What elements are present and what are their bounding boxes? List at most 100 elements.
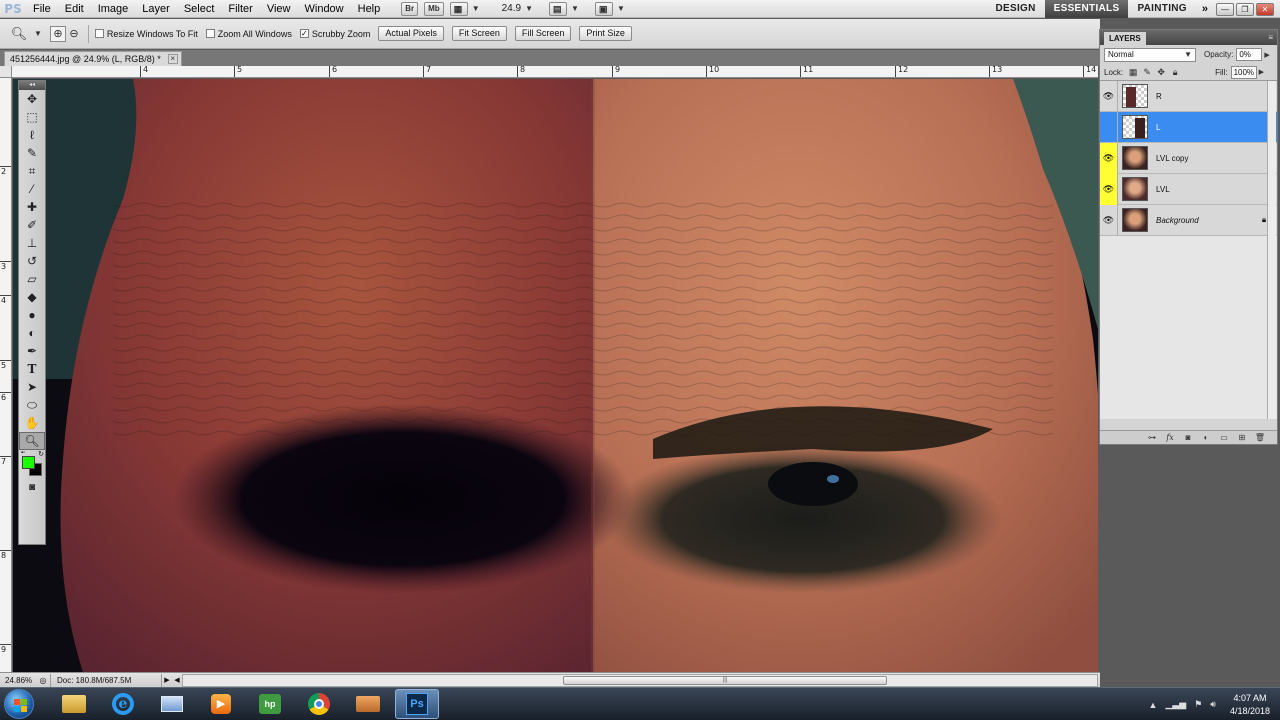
tools-panel-header[interactable]: ◂◂ [19,81,45,90]
arrange-documents-icon[interactable]: ▤ [549,1,568,16]
chevron-down-icon[interactable]: ▼ [472,4,480,13]
lock-pixels-icon[interactable]: ✎ [1141,66,1153,78]
eyedropper-tool-icon[interactable]: ⁄ [19,180,45,198]
adjustment-layer-icon[interactable]: ◐ [1197,433,1215,442]
minimize-icon[interactable]: — [1216,2,1234,16]
zoom-tool-icon[interactable]: 🔍︎ [19,432,45,450]
layer-row-r[interactable]: 👁︎ R [1100,81,1277,112]
menu-edit[interactable]: Edit [58,0,91,18]
layer-name[interactable]: Background [1156,216,1257,225]
layer-row-lvl-copy[interactable]: 👁︎ LVL copy [1100,142,1277,174]
media-player-icon[interactable]: ▶ [199,689,243,719]
marquee-tool-icon[interactable]: ⬚ [19,108,45,126]
layer-visibility-eye-icon[interactable]: 👁︎ [1100,142,1118,174]
minibridge-button[interactable]: Mb [424,1,444,16]
chrome-icon[interactable] [297,689,341,719]
internet-explorer-icon[interactable]: e [101,689,145,719]
explorer-icon[interactable] [52,689,96,719]
delete-layer-icon[interactable]: 🗑︎ [1251,433,1269,442]
path-select-tool-icon[interactable]: ➤ [19,378,45,396]
menu-file[interactable]: File [26,0,58,18]
zoom-level-field[interactable]: 24.9 [502,3,521,14]
restore-icon[interactable]: ❐ [1236,2,1254,16]
hand-tool-icon[interactable]: ✋ [19,414,45,432]
photoshop-taskbar-icon[interactable]: Ps [395,689,439,719]
menu-view[interactable]: View [260,0,298,18]
menu-layer[interactable]: Layer [135,0,177,18]
ruler-origin[interactable] [0,66,12,78]
layers-vertical-scrollbar[interactable] [1267,81,1276,419]
blend-mode-select[interactable]: Normal ▼ [1104,47,1196,62]
layer-visibility-eye-icon[interactable]: 👁︎ [1100,81,1118,112]
network-icon[interactable]: ▁▃▅ [1165,699,1186,710]
scroll-left-icon[interactable]: ◀ [172,676,182,684]
link-layers-icon[interactable]: ⊶ [1143,433,1161,442]
new-group-icon[interactable]: ▭ [1215,433,1233,442]
paint-bucket-tool-icon[interactable]: ◆ [19,288,45,306]
layer-name[interactable]: L [1156,123,1277,132]
workspace-painting[interactable]: PAINTING [1128,0,1195,18]
print-size-button[interactable]: Print Size [579,26,632,41]
history-brush-tool-icon[interactable]: ↺ [19,252,45,270]
show-hidden-icons-icon[interactable]: ▲ [1149,700,1158,710]
blur-tool-icon[interactable]: ● [19,306,45,324]
scrubby-zoom-checkbox[interactable]: ✓ Scrubby Zoom [299,29,370,39]
fit-screen-button[interactable]: Fit Screen [451,26,507,41]
layer-row-lvl[interactable]: 👁︎ LVL [1100,173,1277,205]
lasso-tool-icon[interactable]: ℓ [19,126,45,144]
file-manager-icon[interactable] [346,689,390,719]
pen-tool-icon[interactable]: ✒ [19,342,45,360]
layer-style-icon[interactable]: fx [1161,433,1179,442]
layer-visibility-eye-icon[interactable] [1100,111,1118,143]
bridge-button[interactable]: Br [401,1,419,16]
volume-icon[interactable]: 🔊︎ [1210,699,1216,710]
brush-tool-icon[interactable]: ✐ [19,216,45,234]
document-tab[interactable]: 451256444.jpg @ 24.9% (L, RGB/8) * × [4,51,182,66]
fill-slider-arrow-icon[interactable]: ▶ [1259,68,1264,76]
screen-mode-icon[interactable]: ▣ [594,1,613,16]
zoom-in-icon[interactable]: ⊕ [49,25,66,42]
menu-select[interactable]: Select [177,0,222,18]
document-canvas[interactable] [13,79,1098,672]
resize-windows-checkbox[interactable]: Resize Windows To Fit [94,29,198,39]
type-tool-icon[interactable]: T [19,360,45,378]
menu-filter[interactable]: Filter [221,0,259,18]
menu-image[interactable]: Image [91,0,136,18]
more-workspaces-icon[interactable]: » [1196,3,1214,15]
taskbar-clock[interactable]: 4:07 AM 4/18/2018 [1230,692,1270,718]
lock-position-icon[interactable]: ✥ [1155,66,1167,78]
swap-colors-icon[interactable]: ↻ [38,450,44,458]
layer-row-background[interactable]: 👁︎ Background 🔒︎ [1100,204,1277,236]
layers-tab[interactable]: LAYERS [1104,32,1146,45]
chevron-down-icon[interactable]: ▼ [617,4,625,13]
quick-mask-icon[interactable]: ◙ [19,478,45,496]
foreground-color-swatch[interactable] [22,456,35,469]
menu-window[interactable]: Window [298,0,351,18]
workspace-design[interactable]: DESIGN [987,0,1045,18]
layer-name[interactable]: LVL copy [1156,154,1277,163]
opacity-slider-arrow-icon[interactable]: ▶ [1264,51,1269,59]
close-icon[interactable]: × [167,54,178,64]
ruler-horizontal[interactable]: 4 5 6 7 8 9 10 11 12 13 14 [12,66,1098,78]
layer-name[interactable]: R [1156,92,1277,101]
new-layer-icon[interactable]: ⊞ [1233,433,1251,442]
horizontal-scrollbar[interactable]: ||| [182,673,1098,687]
chevron-down-icon[interactable]: ▼ [525,4,533,13]
layer-name[interactable]: LVL [1156,185,1277,194]
move-tool-icon[interactable]: ✥ [19,90,45,108]
zoom-out-icon[interactable]: ⊖ [66,24,82,44]
opacity-field[interactable]: 0% [1236,48,1263,61]
hp-icon[interactable]: hp [248,689,292,719]
status-menu-arrow-icon[interactable]: ▶ [162,676,172,684]
layer-mask-icon[interactable]: ◙ [1179,433,1197,442]
menu-help[interactable]: Help [351,0,388,18]
dodge-tool-icon[interactable]: ◐ [19,324,45,342]
zoom-all-windows-checkbox[interactable]: Zoom All Windows [205,29,292,39]
scrollbar-thumb[interactable]: ||| [563,675,887,685]
layer-visibility-eye-icon[interactable]: 👁︎ [1100,173,1118,205]
eraser-tool-icon[interactable]: ▱ [19,270,45,288]
actual-pixels-button[interactable]: Actual Pixels [378,26,444,41]
clone-stamp-tool-icon[interactable]: ⊥ [19,234,45,252]
chevron-down-icon[interactable]: ▼ [34,29,42,38]
crop-tool-icon[interactable]: ⌗ [19,162,45,180]
